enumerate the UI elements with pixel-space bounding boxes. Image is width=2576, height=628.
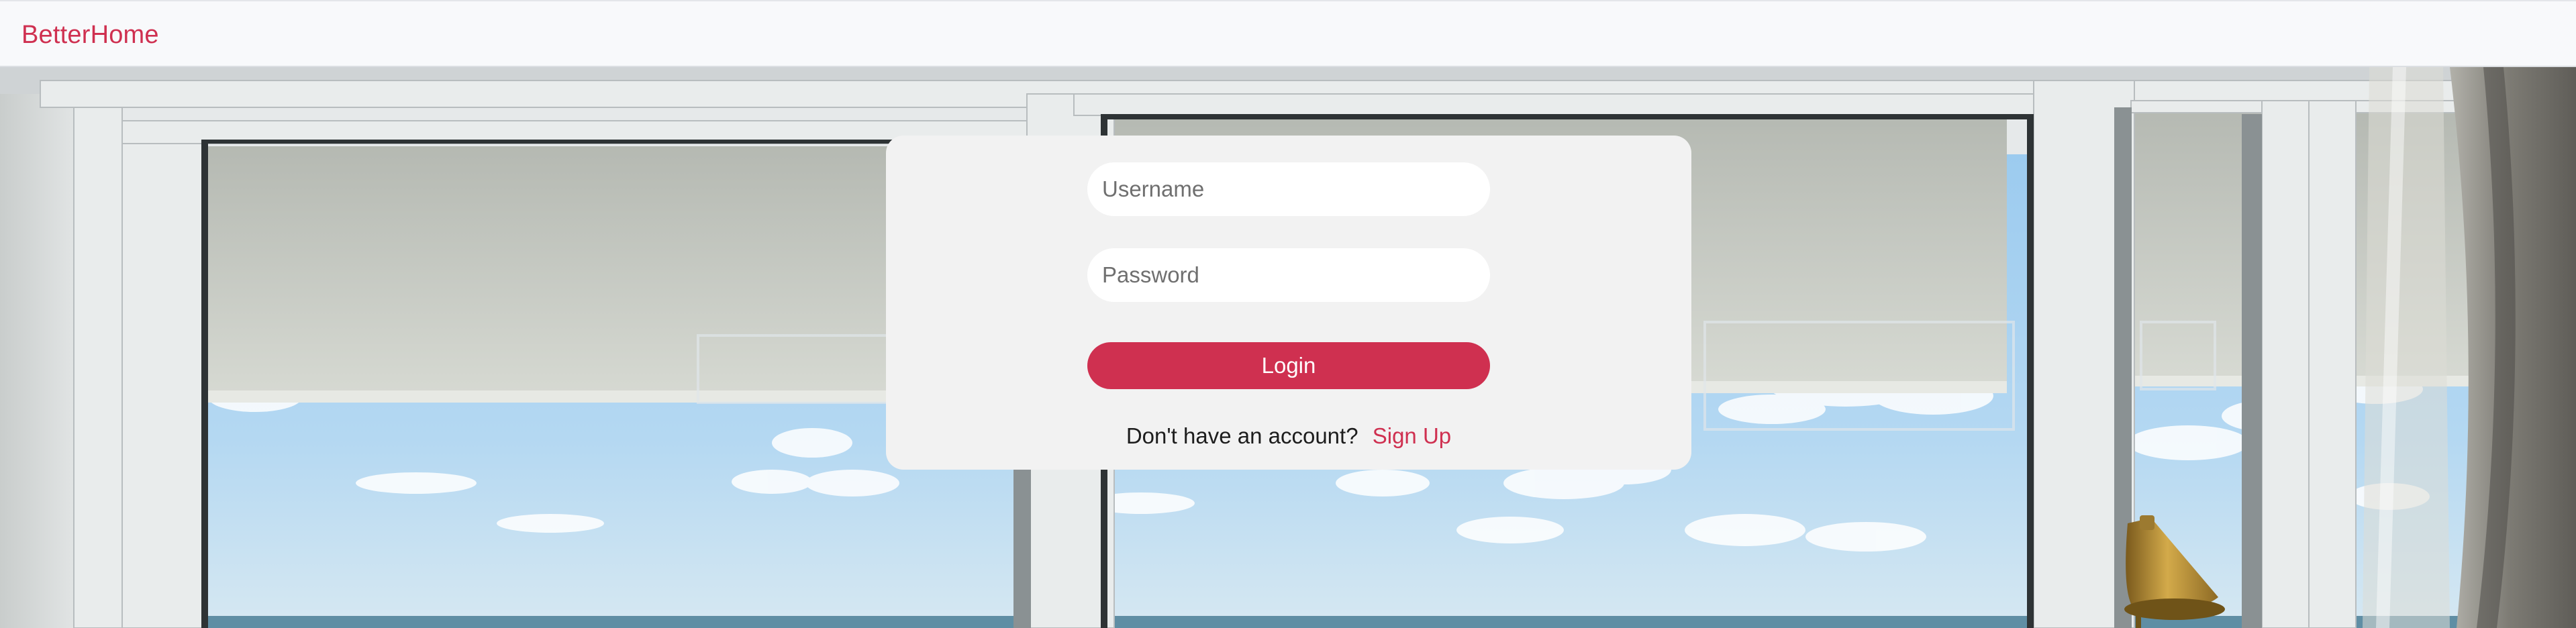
signup-prompt-text: Don't have an account? — [1126, 423, 1358, 448]
login-button[interactable]: Login — [1087, 342, 1490, 389]
signup-link[interactable]: Sign Up — [1373, 423, 1451, 448]
login-card: Login Don't have an account? Sign Up — [886, 136, 1691, 470]
brand-logo-link[interactable]: BetterHome — [21, 21, 159, 48]
password-input[interactable] — [1087, 248, 1490, 302]
navbar: BetterHome — [0, 0, 2576, 67]
signup-row: Don't have an account? Sign Up — [886, 423, 1691, 450]
username-input[interactable] — [1087, 162, 1490, 216]
